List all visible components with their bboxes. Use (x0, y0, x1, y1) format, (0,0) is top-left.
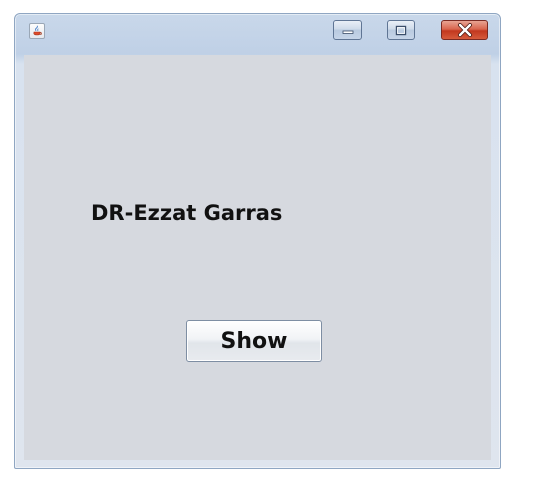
maximize-icon (395, 25, 407, 35)
close-button[interactable] (441, 20, 488, 40)
close-icon (457, 23, 472, 37)
java-coffee-icon[interactable] (29, 23, 45, 39)
content-pane: DR-Ezzat Garras Show (24, 55, 491, 460)
title-bar[interactable] (15, 14, 500, 44)
maximize-button[interactable] (387, 20, 415, 40)
show-button[interactable]: Show (186, 320, 322, 362)
minimize-button[interactable] (333, 20, 362, 40)
name-label: DR-Ezzat Garras (91, 201, 283, 225)
app-window: DR-Ezzat Garras Show (14, 13, 501, 469)
minimize-icon (342, 30, 353, 34)
